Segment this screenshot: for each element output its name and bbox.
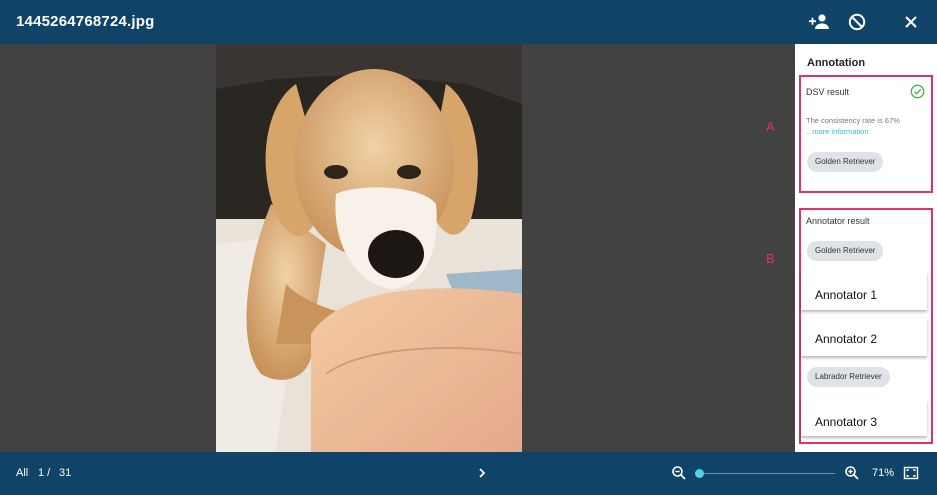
page-indicator: 1 /	[38, 467, 51, 479]
file-title: 1445264768724.jpg	[16, 13, 155, 30]
annotator-label-chip: Labrador Retriever	[807, 367, 890, 387]
dsv-result-label: DSV result	[806, 87, 850, 97]
zoom-out-icon[interactable]	[671, 465, 687, 481]
check-circle-icon	[910, 84, 925, 99]
sidebar-title: Annotation	[807, 57, 866, 69]
annotator-label-chip: Golden Retriever	[807, 241, 884, 261]
marker-b: B	[766, 251, 775, 266]
top-bar: 1445264768724.jpg	[0, 0, 937, 44]
bottom-toolbar: All 1 / 31 71%	[0, 452, 937, 495]
filter-all[interactable]: All	[16, 467, 28, 479]
page-total: 31	[59, 467, 72, 479]
annotator-name: Annotator 2	[815, 332, 878, 346]
dsv-label-chip: Golden Retriever	[807, 152, 884, 172]
dog-photo[interactable]	[216, 44, 522, 452]
annotator-card[interactable]: Annotator 1	[801, 272, 927, 310]
close-icon[interactable]	[899, 10, 923, 34]
zoom-slider-track[interactable]	[695, 473, 835, 474]
add-person-icon[interactable]	[807, 10, 831, 34]
annotator-card[interactable]: Annotator 3	[801, 400, 927, 436]
zoom-slider-handle[interactable]	[695, 469, 705, 478]
annotator-card[interactable]: Annotator 2	[801, 318, 927, 356]
more-information-link[interactable]: ...more information	[806, 127, 869, 136]
chevron-right-icon[interactable]	[474, 465, 490, 481]
fit-screen-icon[interactable]	[903, 465, 919, 481]
marker-a: A	[766, 119, 775, 134]
annotator-name: Annotator 3	[815, 415, 878, 429]
annotator-name: Annotator 1	[815, 288, 878, 302]
consistency-rate: The consistency rate is 67%	[806, 116, 900, 125]
zoom-percent: 71%	[872, 467, 895, 479]
annotator-result-label: Annotator result	[806, 216, 870, 226]
zoom-in-icon[interactable]	[844, 465, 860, 481]
block-icon[interactable]	[845, 10, 869, 34]
